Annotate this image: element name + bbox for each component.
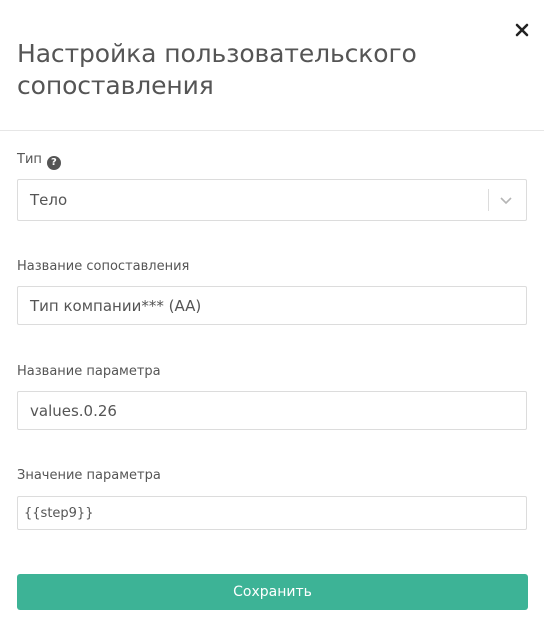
type-select-value: Тело — [30, 191, 68, 209]
type-label: Тип? — [17, 152, 61, 170]
param-name-input[interactable]: values.0.26 — [17, 391, 527, 430]
type-select[interactable]: Тело — [17, 179, 527, 221]
dialog-title: Настройка пользовательского сопоставлени… — [17, 39, 417, 100]
param-name-label: Название параметра — [17, 364, 161, 379]
param-name-value: values.0.26 — [30, 401, 117, 420]
select-separator — [488, 189, 489, 211]
dialog-header: Настройка пользовательского сопоставлени… — [0, 0, 544, 131]
chevron-down-icon[interactable] — [499, 193, 513, 207]
param-value-value: {{step9}} — [24, 505, 94, 521]
mapping-name-input[interactable]: Тип компании*** (AA) — [17, 286, 527, 325]
type-label-text: Тип — [17, 152, 42, 167]
mapping-name-value: Тип компании*** (AA) — [30, 296, 202, 315]
save-button[interactable]: Сохранить — [17, 574, 528, 610]
custom-mapping-dialog: Настройка пользовательского сопоставлени… — [0, 0, 544, 622]
param-value-label: Значение параметра — [17, 468, 161, 483]
mapping-name-label: Название сопоставления — [17, 259, 190, 274]
param-value-input[interactable]: {{step9}} — [17, 496, 527, 530]
close-button[interactable] — [512, 20, 532, 40]
question-circle-icon[interactable]: ? — [46, 156, 61, 170]
close-icon — [515, 23, 529, 37]
